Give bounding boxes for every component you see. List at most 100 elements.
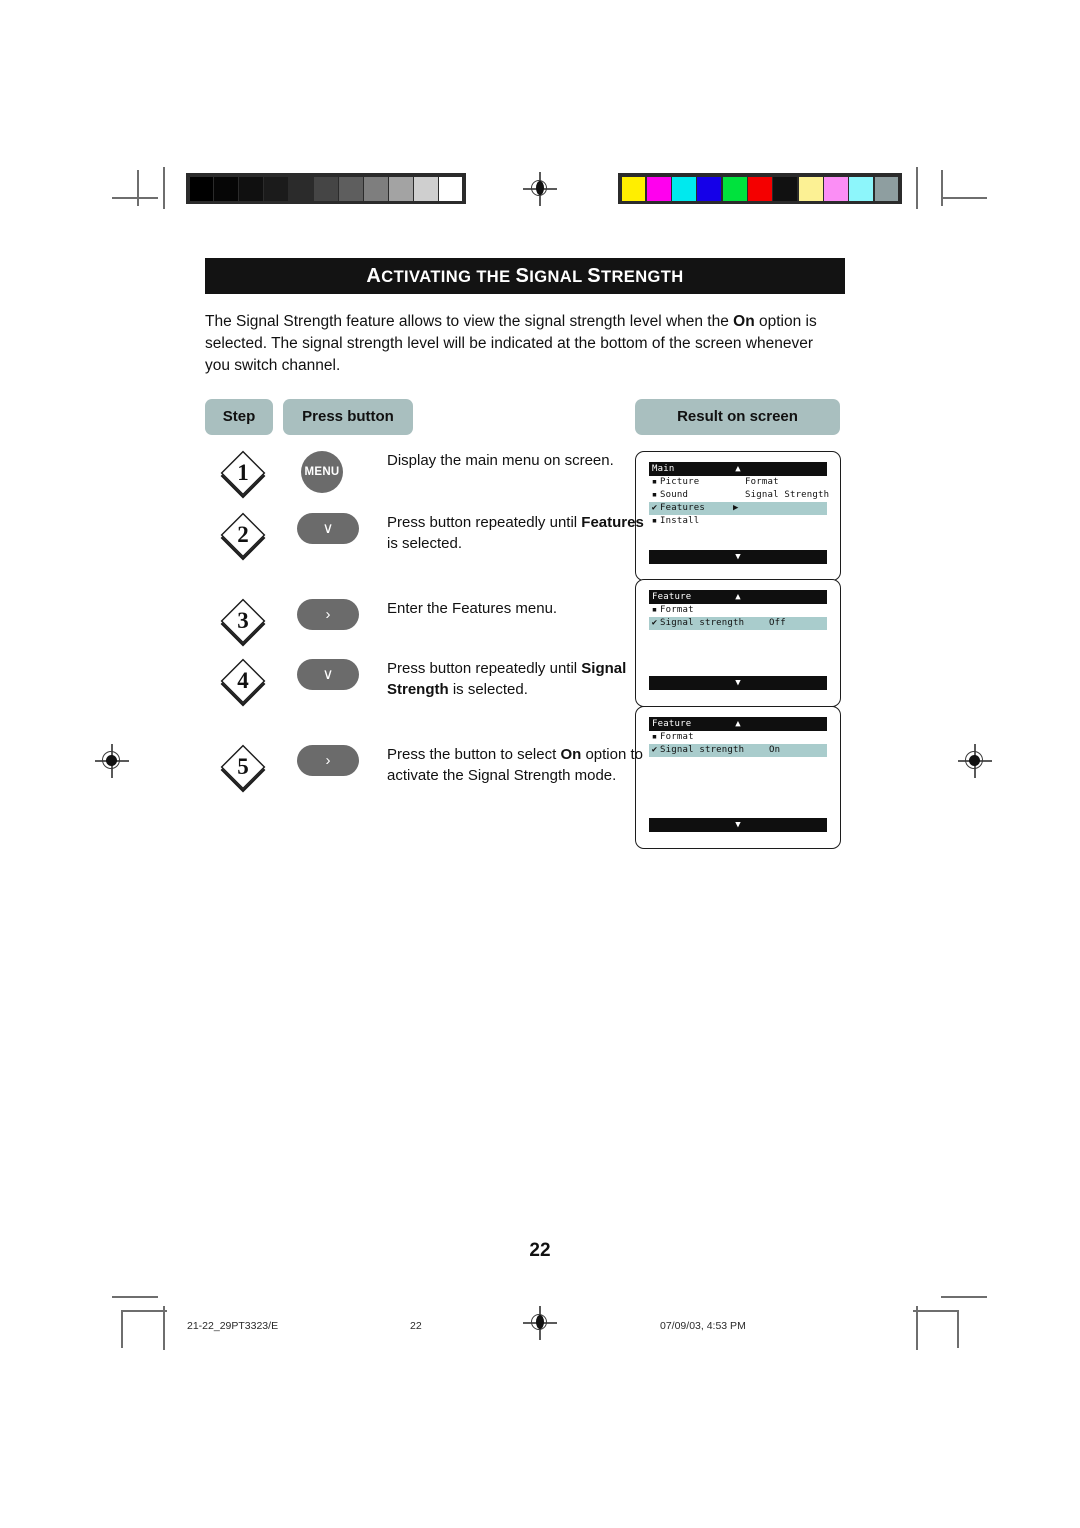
color-swatch — [773, 176, 798, 201]
intro-on-keyword: On — [733, 313, 755, 330]
step-description-text: Display the main menu on screen. — [387, 452, 614, 469]
crop-mark-top-right-rule — [916, 167, 918, 209]
osd-menu-title: Feature — [652, 718, 692, 729]
remote-button-down[interactable]: ∨ — [297, 659, 359, 690]
osd-menu-item-secondary-label: Format — [745, 477, 779, 487]
scroll-up-icon[interactable]: ▲ — [735, 590, 741, 604]
registration-mark-top-center — [523, 172, 557, 206]
osd-scroll-down-bar[interactable]: ▼ — [649, 817, 827, 832]
registration-dot — [536, 1315, 544, 1329]
osd-menu-item[interactable]: ▪ Install — [649, 515, 827, 528]
crop-mark-bottom-left-rule — [163, 1306, 165, 1350]
osd-menu-item-label: Signal strength — [660, 618, 745, 629]
submenu-arrow-icon: ▶ — [733, 503, 739, 513]
color-swatch — [697, 176, 722, 201]
crop-mark-bottom-left-v — [121, 1310, 123, 1348]
step-description: Display the main menu on screen. — [387, 451, 652, 472]
column-header-step: Step — [205, 399, 273, 435]
grayscale-swatch — [239, 176, 263, 201]
crop-mark-top-left-rule — [163, 167, 165, 209]
step-description-text: Press button repeatedly until — [387, 514, 582, 531]
crop-mark-top-left-h — [112, 197, 158, 199]
osd-scroll-down-bar[interactable]: ▼ — [649, 550, 827, 564]
remote-button-right[interactable]: › — [297, 599, 359, 630]
color-calibration-bar — [618, 173, 902, 204]
osd-menu-item[interactable]: ▪ Format — [649, 731, 827, 744]
tv-screen-mockup: Main ▲ ▪ Picture Format ▪ Sound Signal Strength… — [635, 451, 841, 581]
step-number: 1 — [237, 460, 249, 485]
chevron-right-icon: › — [325, 606, 331, 623]
remote-button-right[interactable]: › — [297, 745, 359, 776]
registration-dot — [106, 755, 117, 766]
step-description-keyword: Features — [581, 514, 644, 531]
crop-mark-bottom-right-rule — [916, 1306, 918, 1350]
page-title-part-3: TRENGTH — [601, 268, 684, 286]
color-swatch — [874, 176, 899, 201]
grayscale-swatch — [214, 176, 238, 201]
bullet-icon: ▪ — [651, 477, 658, 487]
page-number: 22 — [529, 1240, 551, 1261]
osd-menu-item-label: Format — [660, 731, 694, 742]
scroll-up-icon[interactable]: ▲ — [735, 462, 741, 476]
osd-menu-item-label: Features — [660, 503, 705, 513]
step-description-keyword: On — [560, 746, 582, 763]
osd-menu-item[interactable]: ✔ Signal strength Off — [649, 617, 827, 631]
grayscale-swatch — [289, 176, 313, 201]
table-header-row: Step Press button Result on screen — [205, 399, 845, 437]
result-screens-column: Main ▲ ▪ Picture Format ▪ Sound Signal Strength… — [635, 451, 841, 849]
grayscale-calibration-bar — [186, 173, 466, 204]
osd-scroll-down-bar[interactable]: ▼ — [649, 676, 827, 691]
color-swatch — [722, 176, 747, 201]
registration-mark-bottom-center — [523, 1306, 557, 1340]
step-number: 4 — [237, 668, 249, 693]
remote-button-menu[interactable]: MENU — [301, 451, 343, 493]
column-header-result-on-screen: Result on screen — [635, 399, 840, 435]
osd-menu-item[interactable]: ▪ Sound Signal Strength — [649, 489, 830, 502]
step-number: 5 — [237, 754, 249, 779]
osd-menu-item[interactable]: ✔ Signal strength On — [649, 743, 827, 757]
osd-menu-item-secondary-label: Signal Strength — [745, 490, 830, 500]
osd-menu-title: Main — [652, 464, 675, 474]
osd-menu-header: Feature ▲ — [649, 716, 827, 731]
grayscale-swatch — [414, 176, 438, 201]
scroll-down-icon[interactable]: ▼ — [735, 676, 741, 690]
registration-mark-left-center — [95, 744, 129, 778]
step-description-text: Press button repeatedly until — [387, 660, 582, 677]
osd-menu-item[interactable]: ✔ Features ▶ — [649, 502, 827, 515]
step-number-diamond: 4 — [211, 658, 275, 704]
osd-menu-header: Feature ▲ — [649, 590, 827, 605]
bullet-icon: ▪ — [651, 731, 658, 742]
grayscale-swatch — [314, 176, 338, 201]
osd-menu-item-value: Off — [769, 618, 786, 629]
color-swatch — [748, 176, 772, 201]
scroll-down-icon[interactable]: ▼ — [735, 550, 741, 564]
crop-mark-bottom-left-h — [112, 1296, 158, 1298]
step-description: Press button repeatedly until Signal Str… — [387, 659, 652, 700]
grayscale-swatch — [389, 176, 413, 201]
osd-menu: Main ▲ ▪ Picture Format ▪ Sound Signal Strength… — [649, 462, 830, 528]
color-swatch — [621, 176, 646, 201]
scroll-down-icon[interactable]: ▼ — [735, 818, 741, 832]
step-description: Enter the Features menu. — [387, 599, 652, 620]
grayscale-swatch — [364, 176, 388, 201]
grayscale-swatch — [264, 176, 288, 201]
step-number-diamond: 1 — [211, 450, 275, 496]
page-title-part-2: IGNAL — [529, 268, 588, 286]
page-title-part-1: CTIVATING THE — [381, 268, 516, 286]
osd-menu-header: Main ▲ — [649, 462, 827, 476]
step-description-text-trailing: is selected. — [387, 534, 463, 552]
osd-menu-item-value: On — [769, 744, 781, 755]
grayscale-swatch — [339, 176, 363, 201]
remote-button-down[interactable]: ∨ — [297, 513, 359, 544]
grayscale-swatch — [439, 176, 463, 201]
registration-dot — [969, 755, 980, 766]
step-number-diamond: 5 — [211, 744, 275, 790]
tv-screen-mockup: Feature ▲ ▪ Format ✔ Signal strength Off ▼ — [635, 579, 841, 708]
osd-menu-item[interactable]: ▪ Picture Format — [649, 476, 827, 489]
scroll-up-icon[interactable]: ▲ — [735, 717, 741, 731]
page-title-initial-strength: S — [587, 265, 602, 287]
osd-menu-item[interactable]: ▪ Format — [649, 604, 827, 617]
color-swatch — [798, 176, 823, 201]
osd-menu-title: Feature — [652, 592, 692, 603]
step-number: 2 — [237, 522, 249, 547]
